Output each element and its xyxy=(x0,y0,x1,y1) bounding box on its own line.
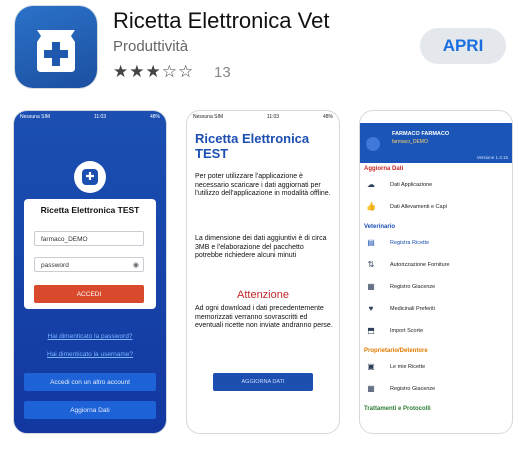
eye-icon[interactable]: ◉ xyxy=(133,258,139,273)
app-logo: ✚ xyxy=(74,161,106,193)
menu-item[interactable]: ⬒ Import Scorte xyxy=(360,323,512,341)
register-icon: ▦ xyxy=(367,282,375,291)
avatar xyxy=(366,137,380,151)
status-bar: Nessuna SIM 11:03 48% xyxy=(14,111,166,123)
app-title: Ricetta Elettronica Vet xyxy=(113,8,330,33)
forgot-username-link[interactable]: Hai dimenticato la username? xyxy=(14,351,166,358)
username-field[interactable]: farmaco_DEMO xyxy=(34,231,144,246)
menu-item[interactable]: ▦ Registro Giacenze xyxy=(360,381,512,399)
menu-item-label: Registro Giacenze xyxy=(390,386,436,392)
transfer-icon: ⇅ xyxy=(367,260,375,269)
carrier-label: Nessuna SIM xyxy=(193,114,224,120)
menu-item[interactable]: ▣ Le mie Ricette xyxy=(360,359,512,377)
menu-item-label: Registro Giacenze xyxy=(390,284,436,290)
clock-label: 11:03 xyxy=(93,114,107,120)
menu-item[interactable]: ▦ Registro Giacenze xyxy=(360,279,512,297)
menu-section-heading: Veterinario xyxy=(364,224,396,230)
battery-label: 48% xyxy=(322,114,333,120)
password-field[interactable]: password ◉ xyxy=(34,257,144,272)
star-rating: ★★★☆☆ xyxy=(113,62,195,81)
status-bar: Nessuna SIM 11:03 48% xyxy=(187,111,339,123)
menu-item[interactable]: ⇅ Autorizzazione Forniture xyxy=(360,257,512,275)
prescription-icon: ▣ xyxy=(367,362,375,371)
app-category[interactable]: Produttività xyxy=(113,38,188,55)
other-account-button[interactable]: Accedi con un altro account xyxy=(24,373,156,391)
version-label: Versione 1.3.15 xyxy=(476,155,508,160)
update-data-button[interactable]: Aggiorna Dati xyxy=(24,401,156,419)
menu-item-label: Dati Applicazione xyxy=(390,182,433,188)
update-data-button[interactable]: AGGIORNA DATI xyxy=(213,373,313,391)
menu-item-label: Registra Ricette xyxy=(390,240,430,246)
menu-section-heading: Aggiorna Dati xyxy=(364,166,404,172)
info-paragraph: La dimensione dei dati aggiuntivi è di c… xyxy=(195,235,327,259)
info-paragraph: Per poter utilizzare l'applicazione è ne… xyxy=(195,173,331,197)
login-title: Ricetta Elettronica TEST xyxy=(40,205,140,215)
menu-item[interactable]: ♥ Medicinali Preferiti xyxy=(360,301,512,319)
battery-label: 48% xyxy=(149,114,160,120)
forgot-password-link[interactable]: Hai dimenticato la password? xyxy=(14,333,166,340)
password-placeholder: password xyxy=(41,262,69,269)
medical-cross-icon: ✚ xyxy=(82,169,98,185)
screenshot-update-info[interactable]: Nessuna SIM 11:03 48% Ricetta Elettronic… xyxy=(186,110,340,434)
menu-item-label: Import Scorte xyxy=(390,328,424,334)
menu-header: FARMACO FARMACO farmaco_DEMO Versione 1.… xyxy=(360,123,512,163)
info-paragraph: Ad ogni download i dati precedentemente … xyxy=(195,305,333,329)
register-icon: ▦ xyxy=(367,384,375,393)
menu-item-label: Autorizzazione Forniture xyxy=(390,262,450,268)
cloud-icon: ☁ xyxy=(367,180,375,189)
app-icon[interactable] xyxy=(15,6,97,88)
menu-item-label: Le mie Ricette xyxy=(390,364,426,370)
open-button[interactable]: APRI xyxy=(420,28,506,64)
menu-item[interactable]: ▤ Registra Ricette xyxy=(360,235,512,253)
status-bar xyxy=(360,111,512,123)
menu-item[interactable]: ☁ Dati Applicazione xyxy=(360,177,512,195)
user-subtitle: farmaco_DEMO xyxy=(392,139,428,145)
menu-section-heading: Proprietario/Detentore xyxy=(364,348,428,354)
screenshot-menu[interactable]: FARMACO FARMACO farmaco_DEMO Versione 1.… xyxy=(359,110,513,434)
menu-item[interactable]: 👍 Dati Allevamenti e Capi xyxy=(360,199,512,217)
user-name: FARMACO FARMACO xyxy=(392,131,450,137)
menu-item-label: Medicinali Preferiti xyxy=(390,306,435,312)
info-title: Ricetta Elettronica TEST xyxy=(195,131,310,161)
screenshot-login[interactable]: Nessuna SIM 11:03 48% ✚ Ricetta Elettron… xyxy=(13,110,167,434)
import-icon: ⬒ xyxy=(367,326,375,335)
menu-section-heading: Trattamenti e Protocolli xyxy=(364,406,431,412)
login-card: Ricetta Elettronica TEST farmaco_DEMO pa… xyxy=(24,199,156,309)
attention-heading: Attenzione xyxy=(237,289,289,301)
thumb-icon: 👍 xyxy=(366,202,376,211)
carrier-label: Nessuna SIM xyxy=(20,114,51,120)
menu-item-label: Dati Allevamenti e Capi xyxy=(390,204,447,210)
rating-count: 13 xyxy=(214,64,231,81)
document-icon: ▤ xyxy=(367,238,375,247)
clock-label: 11:03 xyxy=(266,114,280,120)
heart-icon: ♥ xyxy=(368,304,374,313)
login-button[interactable]: ACCEDI xyxy=(34,285,144,303)
medical-cross-icon xyxy=(37,30,75,72)
